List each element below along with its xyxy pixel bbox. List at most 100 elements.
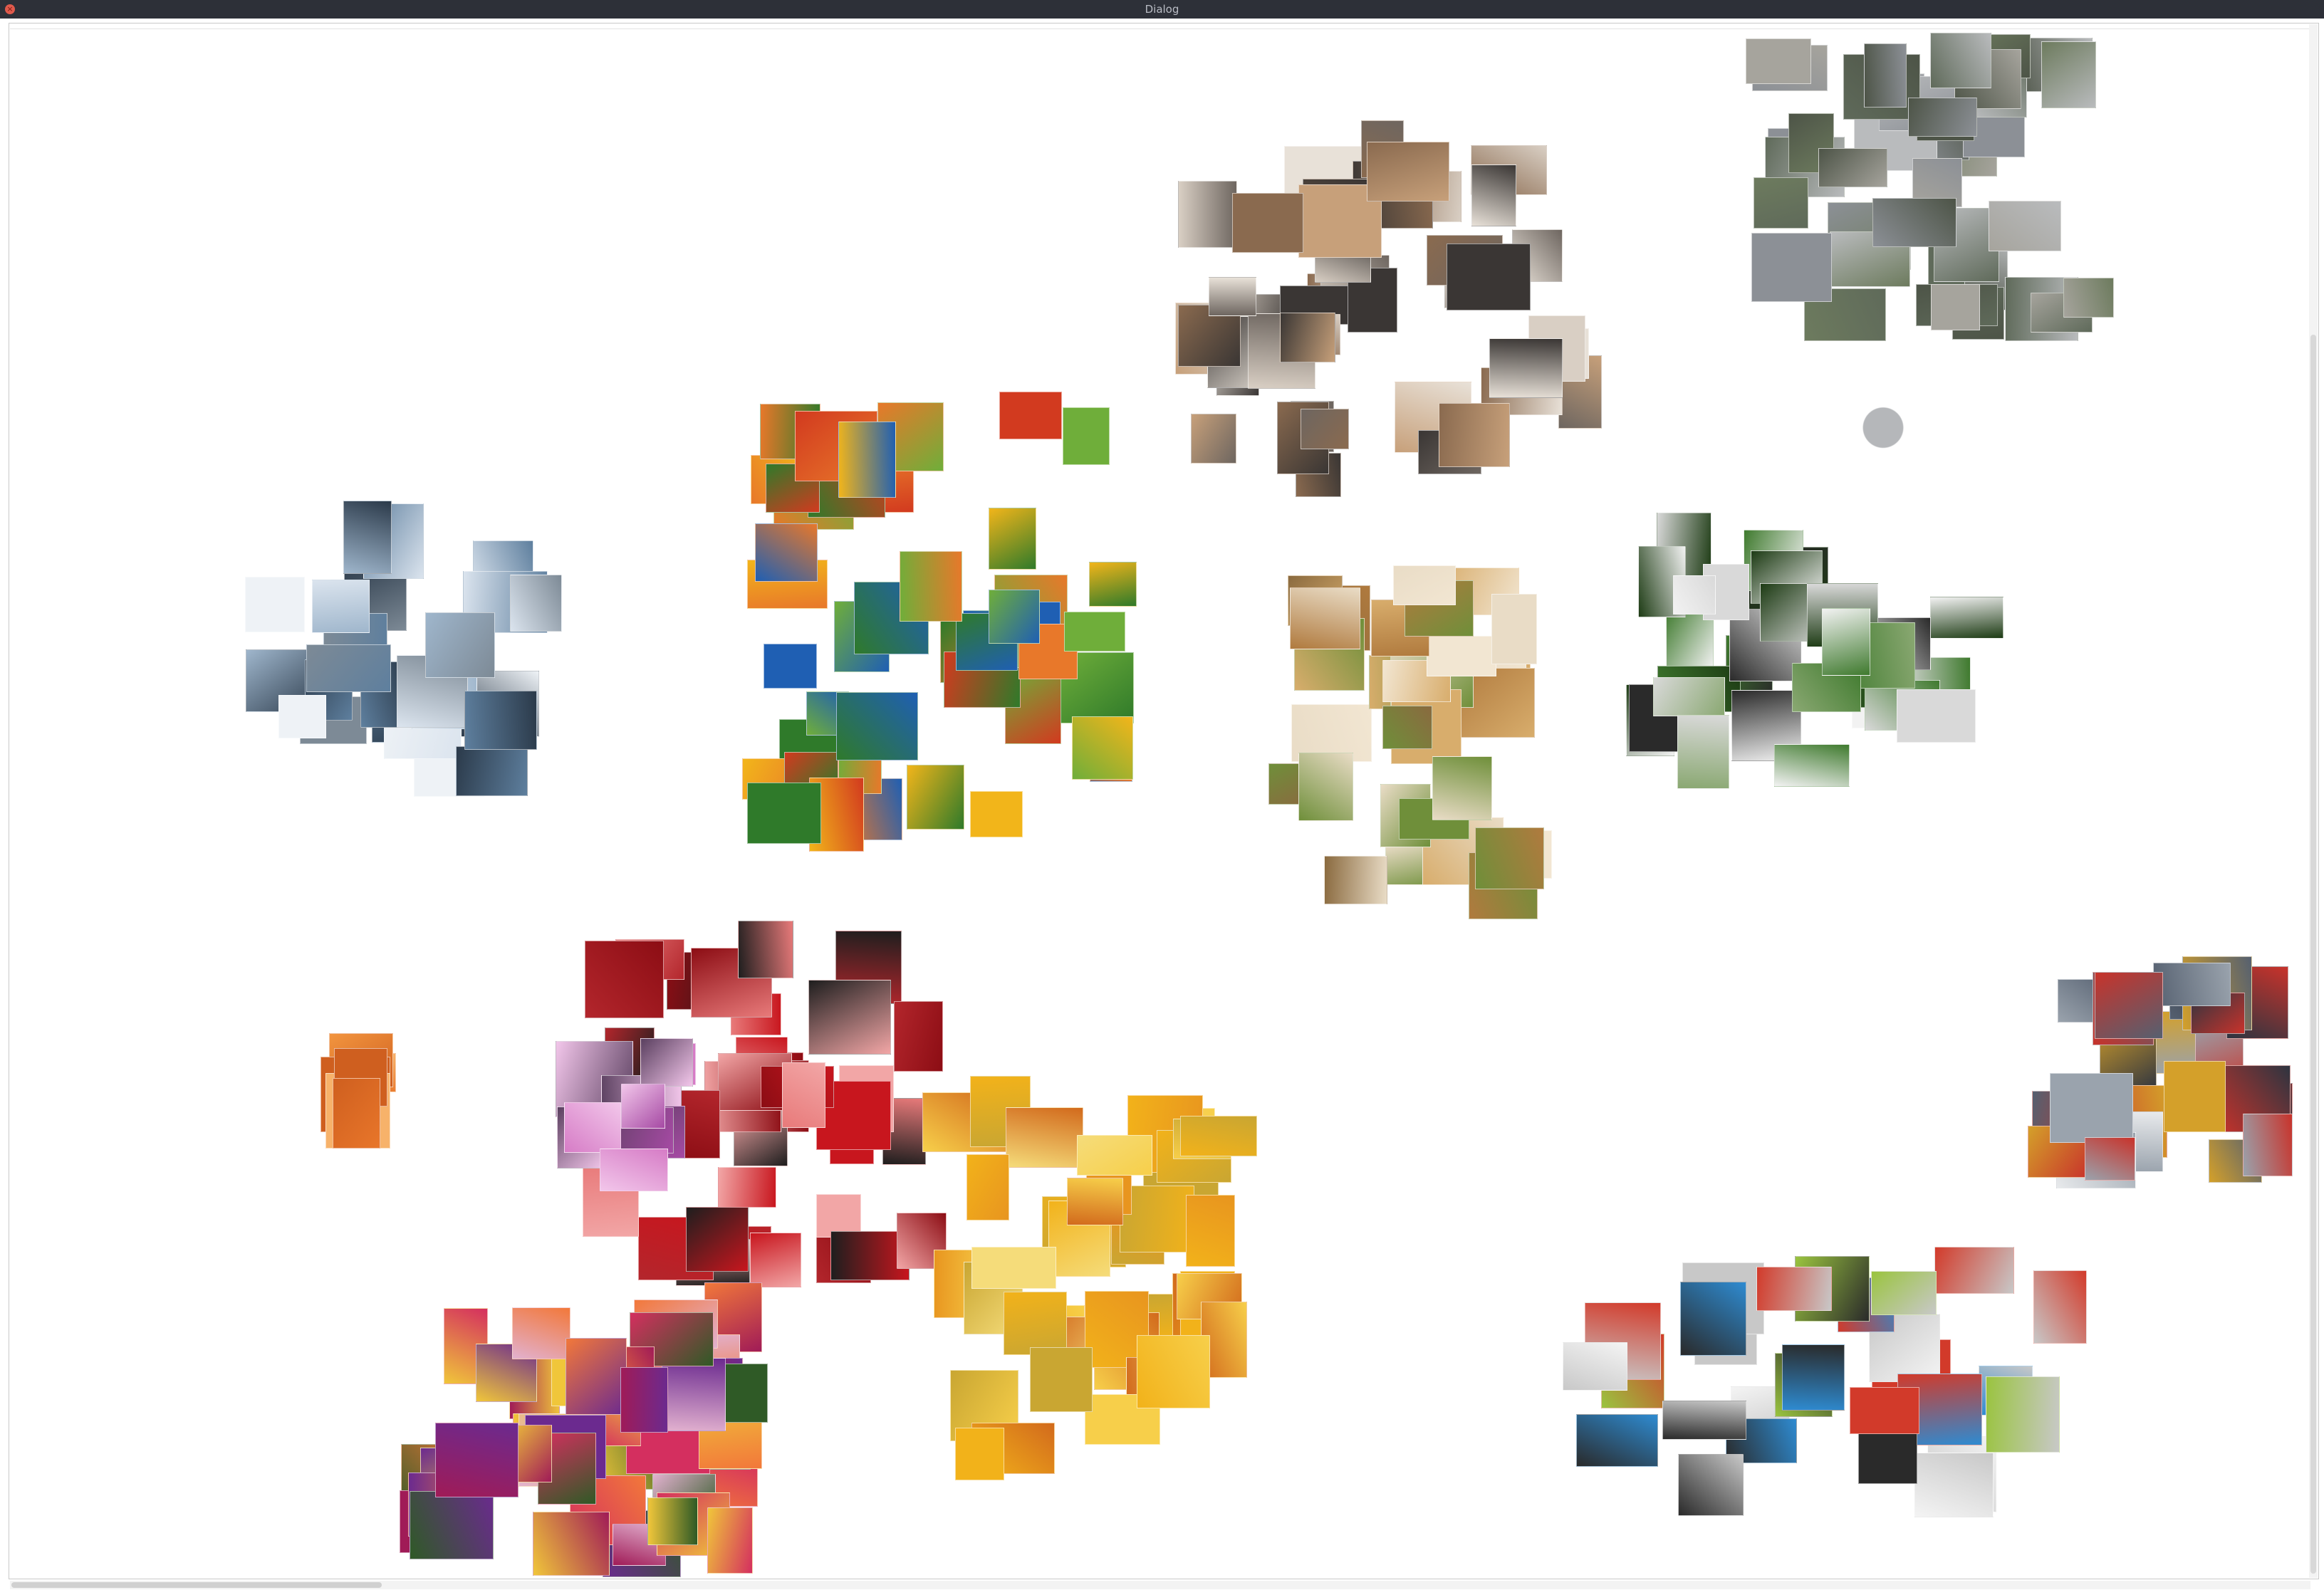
roses-thumbnail[interactable] [738, 921, 793, 978]
bicycles-thumbnail[interactable] [2033, 1270, 2087, 1344]
bicycles-thumbnail[interactable] [1662, 1401, 1746, 1440]
koalas-thumbnail[interactable] [1746, 38, 1811, 84]
koalas-thumbnail[interactable] [1989, 201, 2061, 251]
parrots-thumbnail[interactable] [747, 783, 821, 844]
dahlias-thumbnail[interactable] [410, 1491, 494, 1559]
koalas-thumbnail[interactable] [1754, 177, 1808, 229]
dahlias-thumbnail[interactable] [647, 1497, 698, 1545]
cats-thumbnail[interactable] [1439, 403, 1510, 467]
carrots-thumbnail[interactable] [333, 1078, 380, 1149]
orchids-thumbnail[interactable] [621, 1084, 665, 1129]
mangoes-thumbnail[interactable] [1067, 1178, 1123, 1225]
orchids-thumbnail[interactable] [564, 1102, 621, 1153]
dogs-thumbnail[interactable] [1432, 756, 1492, 820]
dogs-thumbnail[interactable] [1475, 827, 1544, 889]
cars-thumbnail[interactable] [2153, 963, 2231, 1006]
cats-thumbnail[interactable] [1301, 409, 1349, 449]
horizontal-scrollbar-thumb[interactable] [11, 1582, 382, 1588]
pandas-thumbnail[interactable] [1897, 689, 1976, 743]
koalas-thumbnail[interactable] [2063, 278, 2114, 318]
cars-thumbnail[interactable] [2164, 1061, 2226, 1132]
roses-thumbnail[interactable] [782, 1062, 825, 1128]
bicycles-thumbnail[interactable] [1678, 1454, 1744, 1516]
koalas-thumbnail[interactable] [1751, 233, 1832, 302]
penguins-thumbnail[interactable] [306, 644, 391, 692]
dahlias-thumbnail[interactable] [707, 1507, 753, 1574]
dahlias-thumbnail[interactable] [435, 1423, 519, 1497]
parrots-thumbnail[interactable] [1089, 562, 1137, 607]
pandas-thumbnail[interactable] [1653, 677, 1725, 716]
mangoes-thumbnail[interactable] [1006, 1107, 1083, 1168]
dogs-thumbnail[interactable] [1298, 753, 1353, 821]
bicycles-thumbnail[interactable] [1986, 1376, 2060, 1453]
roses-thumbnail[interactable] [686, 1207, 749, 1272]
penguins-thumbnail[interactable] [245, 577, 305, 632]
dahlias-thumbnail[interactable] [533, 1512, 610, 1576]
parrots-thumbnail[interactable] [1072, 716, 1133, 780]
roses-thumbnail[interactable] [808, 980, 891, 1055]
vertical-scrollbar-thumb[interactable] [2310, 335, 2316, 1574]
orchids-thumbnail[interactable] [640, 1038, 693, 1087]
mangoes-thumbnail[interactable] [1186, 1195, 1235, 1267]
pandas-thumbnail[interactable] [1673, 575, 1716, 614]
koalas-thumbnail[interactable] [2041, 41, 2096, 108]
dogs-thumbnail[interactable] [1290, 587, 1360, 649]
dahlias-thumbnail[interactable] [566, 1338, 627, 1415]
cats-thumbnail[interactable] [1209, 277, 1256, 316]
penguins-thumbnail[interactable] [464, 691, 537, 750]
roses-thumbnail[interactable] [718, 1167, 776, 1208]
cars-thumbnail[interactable] [2050, 1073, 2133, 1143]
penguins-thumbnail[interactable] [425, 612, 495, 678]
cats-thumbnail[interactable] [1447, 244, 1531, 310]
bicycles-thumbnail[interactable] [1934, 1247, 2014, 1294]
bicycles-thumbnail[interactable] [1563, 1342, 1627, 1391]
koalas-thumbnail[interactable] [1864, 43, 1907, 108]
pandas-thumbnail[interactable] [1677, 715, 1729, 789]
parrots-thumbnail[interactable] [907, 765, 964, 830]
bicycles-thumbnail[interactable] [1756, 1267, 1832, 1311]
dahlias-thumbnail[interactable] [512, 1307, 570, 1359]
parrots-thumbnail[interactable] [989, 590, 1040, 644]
bicycles-thumbnail[interactable] [1782, 1344, 1845, 1411]
dogs-thumbnail[interactable] [1393, 565, 1456, 605]
bicycles-thumbnail[interactable] [1871, 1271, 1937, 1315]
bicycles-thumbnail[interactable] [1850, 1387, 1919, 1434]
penguins-thumbnail[interactable] [312, 580, 370, 633]
mangoes-thumbnail[interactable] [971, 1247, 1056, 1289]
koalas-thumbnail[interactable] [1931, 284, 1980, 330]
cars-thumbnail[interactable] [2095, 972, 2163, 1039]
parrots-thumbnail[interactable] [755, 523, 818, 582]
roses-thumbnail[interactable] [585, 941, 664, 1018]
dogs-thumbnail[interactable] [1382, 706, 1432, 749]
penguins-thumbnail[interactable] [278, 695, 326, 738]
penguins-thumbnail[interactable] [343, 501, 392, 574]
cats-thumbnail[interactable] [1471, 164, 1516, 226]
orchids-thumbnail[interactable] [600, 1149, 668, 1191]
parrots-thumbnail[interactable] [1063, 407, 1110, 465]
pandas-thumbnail[interactable] [1774, 744, 1850, 787]
cars-thumbnail[interactable] [2085, 1137, 2135, 1181]
bicycles-thumbnail[interactable] [1914, 1453, 1994, 1517]
koalas-thumbnail[interactable] [1872, 198, 1956, 247]
penguins-thumbnail[interactable] [510, 575, 562, 632]
mangoes-thumbnail[interactable] [1030, 1347, 1093, 1412]
koalas-thumbnail[interactable] [1818, 148, 1887, 187]
parrots-thumbnail[interactable] [764, 644, 817, 689]
parrots-thumbnail[interactable] [1064, 612, 1125, 652]
cats-thumbnail[interactable] [1232, 193, 1303, 253]
dogs-thumbnail[interactable] [1491, 594, 1537, 664]
roses-thumbnail[interactable] [894, 1001, 943, 1072]
cats-thumbnail[interactable] [1489, 338, 1563, 398]
plush-koala-thumbnail[interactable] [1854, 400, 1912, 469]
penguins-thumbnail[interactable] [456, 746, 528, 796]
cats-thumbnail[interactable] [1367, 142, 1449, 202]
parrots-thumbnail[interactable] [900, 551, 962, 622]
cars-thumbnail[interactable] [2243, 1114, 2293, 1176]
dahlias-thumbnail[interactable] [620, 1367, 668, 1433]
koalas-thumbnail[interactable] [1908, 98, 1977, 137]
mangoes-thumbnail[interactable] [1004, 1292, 1067, 1355]
bicycles-thumbnail[interactable] [1576, 1414, 1658, 1467]
close-icon[interactable]: × [5, 4, 15, 14]
dahlias-thumbnail[interactable] [662, 1358, 726, 1431]
mangoes-thumbnail[interactable] [1137, 1335, 1210, 1408]
